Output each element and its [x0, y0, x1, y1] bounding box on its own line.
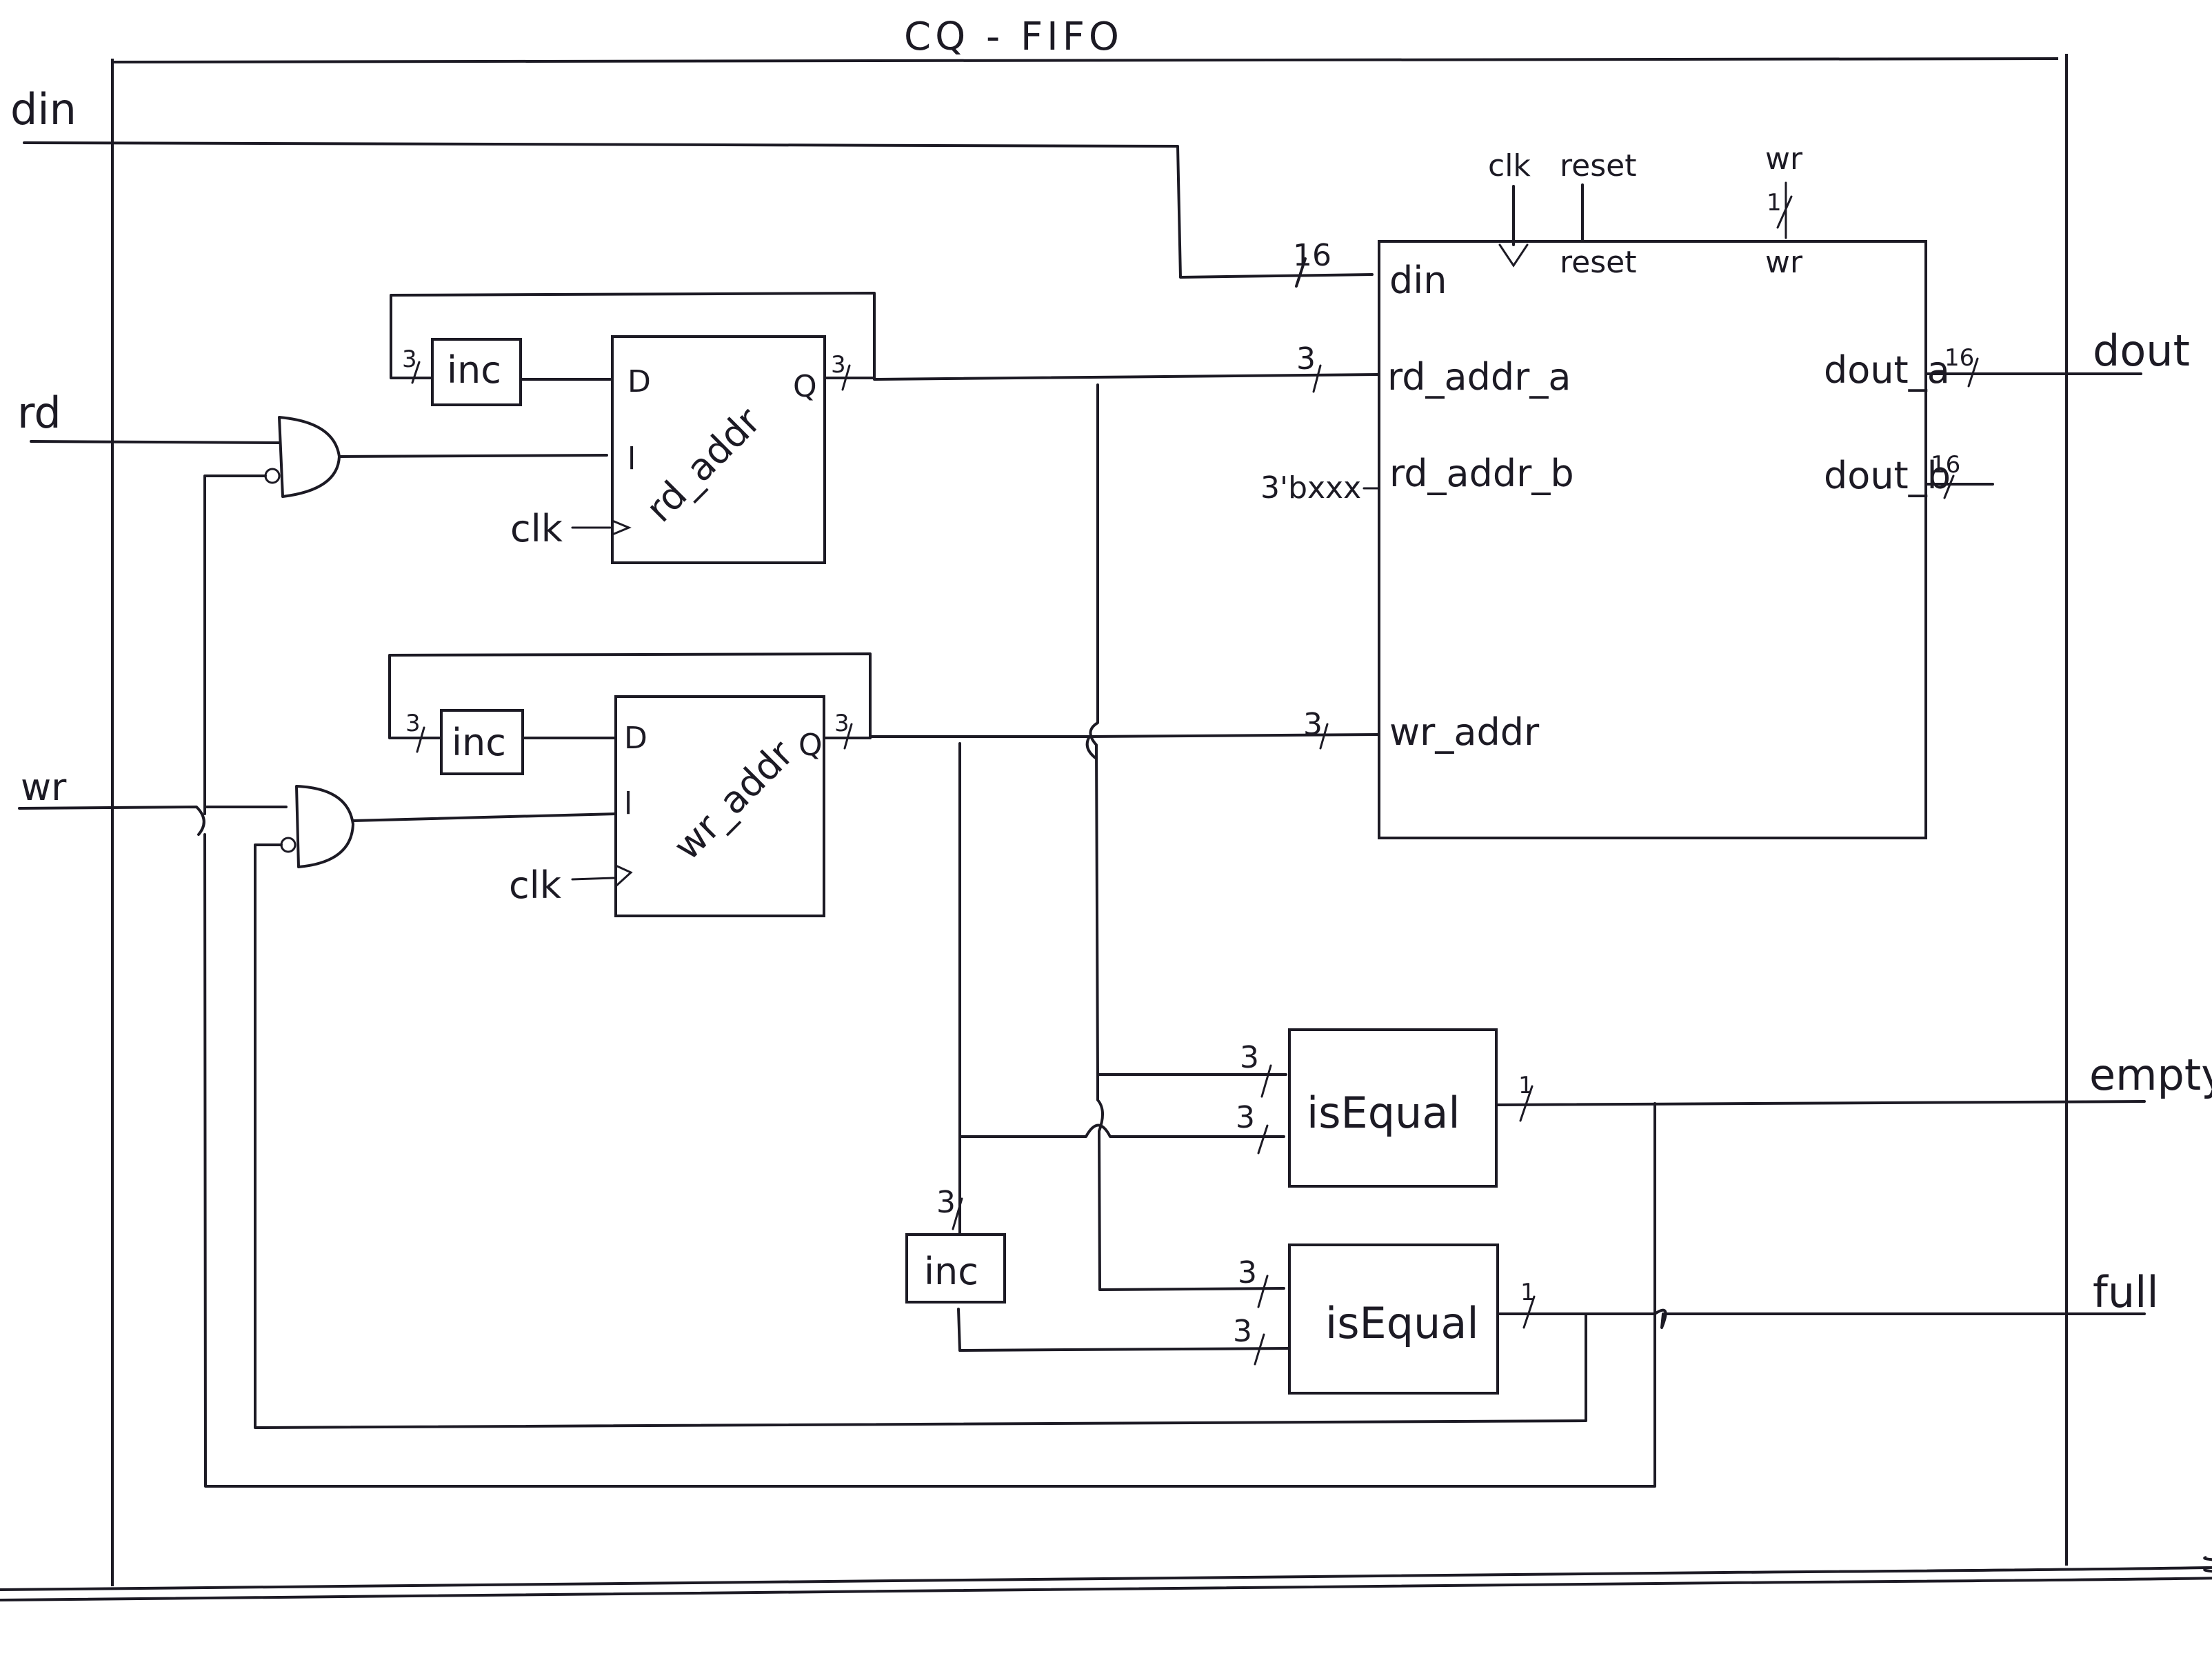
load-port-label: l	[627, 441, 636, 477]
rd-addr-a-width-label: 3	[1296, 341, 1316, 377]
dout-output-label: dout	[2093, 326, 2190, 376]
fifo-schematic: CQ - FIFO din 16 rd wr D Q l rd_addr clk…	[0, 14, 2212, 1601]
empty-feedback-loop	[203, 833, 1656, 1488]
full-output-wire	[1496, 1308, 2146, 1329]
rd-clk-label: clk	[510, 507, 563, 550]
wr-clk-label: clk	[509, 863, 562, 907]
inverter-bubble	[264, 468, 281, 484]
wr-out-width-label: 3	[834, 710, 849, 737]
lower-inc-width-label: 3	[936, 1185, 956, 1220]
rd-addr-b-const-label: 3'bxxx	[1260, 470, 1361, 506]
inc-label: inc	[924, 1250, 978, 1293]
clock-triangle-icon	[614, 864, 633, 888]
inc-label: inc	[447, 348, 501, 392]
d-port-label: D	[624, 721, 647, 756]
rd-wire	[30, 440, 281, 444]
empty-cmp-in2-width: 3	[1236, 1100, 1255, 1135]
dout-a-width-label: 16	[1944, 344, 1974, 372]
load-port-label: l	[624, 786, 632, 821]
rd-inc-block: inc	[431, 338, 522, 406]
and-gate-body	[295, 785, 354, 868]
clock-triangle-icon	[1498, 243, 1529, 268]
rd-out-width-label: 3	[831, 351, 846, 379]
comparator-label: isEqual	[1325, 1298, 1479, 1348]
clock-triangle-icon	[611, 519, 632, 536]
wr-clk-wire	[571, 877, 615, 881]
empty-cmp-in1-width: 3	[1240, 1040, 1259, 1075]
dout-a-port-label: dout_a	[1824, 348, 1950, 392]
empty-comparator: isEqual	[1288, 1028, 1498, 1188]
full-cmp-in2-width: 3	[1233, 1314, 1252, 1349]
wr-addr-port-label: wr_addr	[1389, 710, 1540, 754]
dout-b-width-label: 16	[1931, 451, 1960, 479]
din-port-label: din	[1389, 259, 1447, 302]
full-comparator: isEqual	[1288, 1244, 1499, 1395]
wr-port-label: wr	[1765, 245, 1803, 280]
register-name: rd_addr	[638, 399, 770, 530]
q-port-label: Q	[798, 728, 823, 763]
wr-input-label: wr	[21, 766, 67, 809]
rf-clk-label: clk	[1488, 148, 1531, 183]
d-port-label: D	[627, 364, 651, 399]
rd-addr-register: D Q l rd_addr	[611, 335, 826, 564]
rf-reset-label: reset	[1560, 148, 1636, 183]
page-edge-line	[0, 1556, 2212, 1591]
wr-and-gate	[280, 785, 354, 868]
comparator-label: isEqual	[1307, 1088, 1460, 1138]
register-name: wr_addr	[665, 731, 803, 868]
rd-addr-b-port-label: rd_addr_b	[1389, 452, 1574, 495]
rf-wr-label: wr	[1765, 141, 1803, 177]
inc-label: inc	[452, 721, 506, 764]
din-wire	[23, 141, 1374, 279]
empty-feedback-to-rd-gate	[203, 475, 267, 815]
wr-wire	[18, 806, 288, 836]
rd-addr-vertical-bus	[1089, 383, 1285, 1291]
bus-slash	[1257, 1275, 1269, 1308]
inverter-bubble	[280, 837, 296, 853]
din-input-label: din	[10, 84, 77, 134]
module-title: CQ - FIFO	[904, 14, 1123, 59]
rd-and-gate	[264, 416, 341, 498]
module-frame	[0, 54, 2212, 1601]
reset-port-label: reset	[1560, 245, 1636, 280]
bus-slash	[1260, 1064, 1272, 1098]
full-output-label: full	[2093, 1267, 2159, 1317]
wr-addr-width-label: 3	[1303, 707, 1323, 742]
rd-input-label: rd	[17, 388, 61, 438]
bus-slash	[1257, 1124, 1269, 1155]
and-gate-body	[278, 416, 341, 498]
page-edge-line-2	[0, 1568, 2212, 1601]
q-port-label: Q	[793, 369, 817, 404]
rd-inc-width-label: 3	[402, 346, 417, 373]
wr-inc-block: inc	[440, 709, 524, 775]
rd-addr-a-port-label: rd_addr_a	[1387, 355, 1571, 399]
wr-addr-vertical-bus	[958, 742, 1285, 1138]
rf-wr-width-label: 1	[1767, 189, 1782, 217]
empty-output-label: empty	[2089, 1050, 2212, 1100]
empty-out-width: 1	[1518, 1072, 1534, 1099]
wr-addr-register: D Q l wr_addr	[614, 695, 825, 917]
rd-load-wire	[338, 454, 608, 458]
register-file: din rd_addr_a rd_addr_b wr_addr dout_a d…	[1378, 240, 1951, 839]
empty-output-wire	[1495, 1100, 2146, 1106]
wr-inc-width-label: 3	[405, 710, 421, 737]
wr-load-wire	[352, 812, 617, 822]
din-width-label: 16	[1293, 238, 1331, 273]
lower-inc-block: inc	[905, 1233, 1006, 1304]
full-cmp-in1-width: 3	[1238, 1255, 1257, 1290]
